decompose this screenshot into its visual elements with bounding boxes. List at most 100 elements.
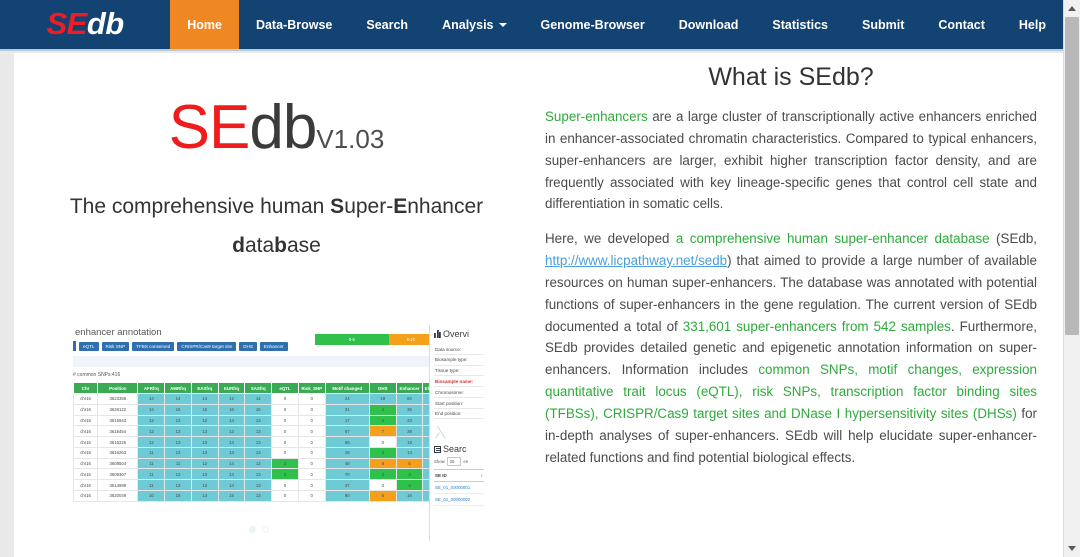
screenshot-tab-dhs[interactable]: DHS — [239, 341, 257, 351]
nav-item-list: Home Data-Browse Search Analysis Genome-… — [170, 0, 1063, 49]
table-cell: 0 — [271, 436, 299, 448]
about-p2-g1: a comprehensive human super-enhancer dat… — [675, 231, 990, 247]
scroll-up-button[interactable] — [1064, 0, 1080, 17]
table-cell: 12 — [137, 425, 166, 438]
screenshot-tab-risk-snp[interactable]: Risk SNP — [101, 341, 130, 351]
table-cell: 13 — [244, 436, 273, 448]
table-row: chr163623359141414121400241960179139 — [72, 393, 477, 405]
hero-subtitle: The comprehensive human Super-Enhancer d… — [14, 188, 539, 266]
screenshot-snp-count: # common SNPs:416 — [73, 372, 121, 378]
table-cell: 3623359 — [97, 393, 139, 405]
nav-item-statistics[interactable]: Statistics — [755, 0, 845, 49]
table-cell: 55 — [324, 436, 370, 448]
table-cell: 0 — [297, 457, 326, 470]
se-id-row-1[interactable]: SE_01_00000001 — [434, 482, 484, 495]
screenshot-tab-crispr[interactable]: CRISPR/Cas9 target site — [177, 341, 237, 351]
table-row: chr16362612214161516160031435149153 — [72, 403, 477, 416]
page-root: SEdb Home Data-Browse Search Analysis Ge… — [0, 0, 1080, 557]
table-cell: 0 — [271, 425, 299, 438]
nav-item-home[interactable]: Home — [170, 0, 239, 49]
table-cell: 12 — [137, 436, 166, 448]
table-cell: 12 — [137, 414, 166, 427]
table-cell: 13 — [190, 446, 219, 459]
table-cell: 13 — [217, 436, 246, 448]
table-cell: 4 — [368, 414, 397, 427]
about-paragraph-2: Here, we developed a comprehensive human… — [545, 228, 1037, 468]
table-cell: 13 — [244, 425, 273, 438]
nav-item-search[interactable]: Search — [349, 0, 425, 49]
nav-item-analysis[interactable]: Analysis — [425, 0, 523, 49]
table-cell: 13 — [190, 436, 219, 448]
nav-item-submit[interactable]: Submit — [845, 0, 921, 49]
field-chromosome: Chromosome: — [434, 387, 484, 398]
site-logo[interactable]: SEdb — [0, 0, 170, 49]
table-cell: 18 — [395, 436, 424, 448]
legend-0-5: 0-5 — [315, 334, 389, 345]
table-cell: chr16 — [72, 468, 99, 481]
table-cell: 0 — [368, 479, 397, 492]
nav-item-data-browse[interactable]: Data-Browse — [239, 0, 349, 49]
table-cell: 24 — [324, 393, 370, 405]
screenshot-overview-label: Overvi — [443, 329, 470, 339]
sedb-website-link[interactable]: http://www.licpathway.net/sedb — [545, 253, 727, 268]
page-title: What is SEdb? — [708, 63, 874, 91]
table-cell: chr16 — [72, 446, 99, 459]
nav-item-genome-browser-label: Genome-Browser — [540, 17, 645, 32]
main-content: SEdbV1.03 The comprehensive human Super-… — [14, 53, 1063, 557]
screenshot-search-label: Searc — [443, 444, 467, 455]
field-data-source: Data source: — [434, 344, 484, 355]
table-cell: chr16 — [72, 479, 99, 492]
screenshot-tab-tfbs[interactable]: TFBS conserved — [132, 341, 175, 351]
nav-item-genome-browser[interactable]: Genome-Browser — [524, 0, 662, 49]
screenshot-col-eqtl: eQTL — [271, 382, 299, 394]
show-entries-select[interactable]: 25 — [446, 457, 462, 467]
screenshot-tab-enhancer[interactable]: Enhancer — [259, 341, 288, 351]
table-cell: 14 — [217, 414, 246, 427]
table-cell: 3 — [368, 446, 397, 459]
table-cell: 11 — [137, 468, 166, 481]
table-cell: chr16 — [72, 403, 99, 416]
nav-item-help[interactable]: Help — [1002, 0, 1063, 49]
nav-item-search-label: Search — [366, 17, 409, 32]
table-cell: 48 — [324, 457, 370, 470]
hero-subtitle-e: E — [393, 195, 408, 218]
nav-item-contact[interactable]: Contact — [921, 0, 1002, 49]
table-cell: 4 — [368, 403, 397, 416]
screenshot-tab-eqtl[interactable]: eQTL — [79, 341, 99, 351]
carousel-dot-2[interactable] — [262, 526, 269, 533]
carousel-dot-1[interactable] — [249, 526, 256, 533]
table-cell: 0 — [271, 414, 299, 427]
table-cell: 15 — [190, 403, 219, 416]
screenshot-tab-list: eQTL Risk SNP TFBS conserved CRISPR/Cas9… — [73, 341, 288, 351]
table-cell: 19 — [324, 446, 370, 459]
se-id-row-2[interactable]: SE_01_00000002 — [434, 494, 484, 507]
nav-item-analysis-label: Analysis — [442, 17, 494, 32]
table-cell: 12 — [217, 393, 246, 405]
screenshot-col-dhs: DHS — [368, 382, 397, 394]
hero-title-db: db — [249, 93, 317, 162]
table-cell: 3615226 — [97, 436, 139, 448]
nav-item-download[interactable]: Download — [662, 0, 756, 49]
table-cell: 3626122 — [97, 403, 139, 416]
screenshot-col-easfrq: EASfrq — [190, 382, 219, 394]
table-row: chr1636154541213131313006773993164 — [72, 425, 477, 438]
se-id-column-header[interactable]: SE ID ↕ — [434, 469, 484, 483]
table-row: chr163614999111313141300370438164 — [72, 479, 477, 492]
table-cell: 11 — [164, 457, 192, 470]
screenshot-search-heading: Searc — [434, 444, 484, 454]
scroll-down-button[interactable] — [1064, 540, 1080, 557]
table-cell: 4 — [395, 479, 424, 492]
screenshot-table-head: Chr Position AFRfrq AMRfrq EASfrq EURfrq SASfr… — [72, 382, 477, 394]
scrollbar-thumb[interactable] — [1065, 17, 1079, 335]
table-cell: 3608504 — [97, 457, 139, 470]
hero-title: SEdbV1.03 — [14, 97, 539, 159]
page-scrollbar[interactable] — [1063, 0, 1080, 557]
table-cell: 12 — [244, 457, 273, 470]
nav-item-download-label: Download — [678, 17, 739, 32]
carousel-screenshot[interactable]: enhancer annotation eQTL Risk SNP TFBS c… — [63, 325, 487, 541]
table-cell: 0 — [271, 403, 299, 416]
table-cell: 14 — [395, 446, 424, 459]
table-cell: 3620049 — [97, 490, 139, 502]
table-cell: 16 — [217, 403, 246, 416]
table-cell: 3 — [395, 468, 424, 481]
